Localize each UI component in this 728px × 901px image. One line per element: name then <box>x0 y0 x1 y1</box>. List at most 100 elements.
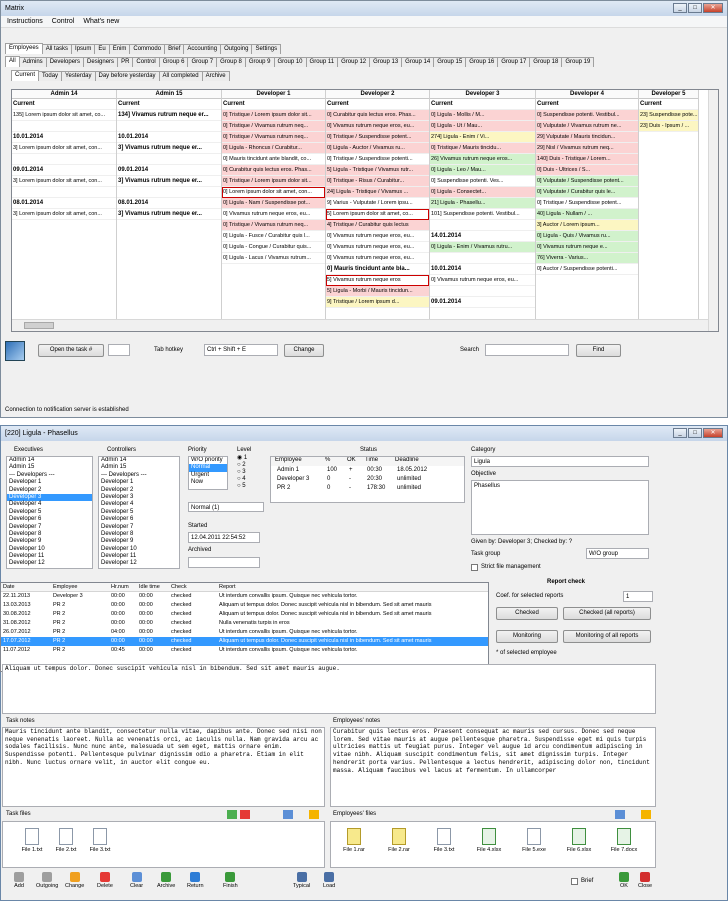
vertical-scrollbar[interactable] <box>708 90 718 331</box>
list-item[interactable]: Admin 14 <box>99 457 179 464</box>
toolbar-typical-button[interactable]: Typical <box>293 872 310 889</box>
ok-button[interactable]: OK <box>619 872 629 889</box>
normal-select[interactable]: Normal (1) <box>188 502 264 512</box>
task-cell[interactable]: 9] Varius - Vulputate / Lorem ipsu... <box>326 198 429 209</box>
task-cell[interactable]: 0] Vulputate / Curabitur quis le... <box>536 187 638 198</box>
task-cell[interactable]: 0] Vulputate / Vivamus rutrum ne... <box>536 121 638 132</box>
task-cell[interactable]: 0] Tristique / Vivamus rutrum neq... <box>222 132 325 143</box>
list-item[interactable]: --- Developers --- <box>7 472 92 479</box>
task-notes-area[interactable]: Mauris tincidunt ante blandit, consectet… <box>2 727 325 807</box>
tab-group-12[interactable]: Group 12 <box>337 57 371 67</box>
task-cell[interactable]: 76] Viverra - Varius... <box>536 253 638 264</box>
tab-archive[interactable]: Archive <box>201 71 230 81</box>
archived-field[interactable] <box>188 557 260 568</box>
list-item[interactable]: Admin 14 <box>7 457 92 464</box>
task-cell[interactable]: 101] Suspendisse potenti. Vestibul... <box>430 209 535 220</box>
open-task-button[interactable]: Open the task # <box>38 344 104 357</box>
change-hotkey-button[interactable]: Change <box>284 344 324 357</box>
task-cell[interactable]: 26] Vivamus rutrum neque eros... <box>430 154 535 165</box>
task-cell[interactable]: 0] Ligula - Fusce / Curabitur quis l... <box>222 231 325 242</box>
strict-checkbox[interactable] <box>471 564 478 571</box>
tab-commodo[interactable]: Commodo <box>129 44 166 54</box>
task-cell[interactable]: 140] Duis - Tristique / Lorem... <box>536 154 638 165</box>
task-cell[interactable] <box>430 286 535 297</box>
task-cell[interactable]: 0] Ligula - Auctor / Vivamus ru... <box>326 143 429 154</box>
task-cell[interactable]: 3] Lorem ipsum dolor sit amet, con... <box>12 209 116 220</box>
report-row[interactable]: 26.07.2012 PR 2 04:00 00:00 checked Ut interd… <box>1 628 488 637</box>
task-cell[interactable] <box>12 121 116 132</box>
task-cell[interactable]: 29] Nisl / Vivamus rutrum neq... <box>536 143 638 154</box>
task-cell[interactable]: 40] Ligula - Nullam / ... <box>536 209 638 220</box>
toolbar-outgoing-button[interactable]: Outgoing <box>36 872 58 889</box>
emp-save-file-icon[interactable] <box>615 810 625 819</box>
task-cell[interactable] <box>12 187 116 198</box>
task-maximize-button[interactable]: □ <box>688 428 702 438</box>
checked-button[interactable]: Checked <box>496 607 558 620</box>
brief-checkbox[interactable] <box>571 878 578 885</box>
tab-group-17[interactable]: Group 17 <box>497 57 531 67</box>
report-row[interactable]: 17.07.2012 PR 2 00:00 00:00 checked Aliquam u… <box>1 637 488 646</box>
report-row[interactable]: 31.08.2012 PR 2 00:00 00:00 checked Nulla ven… <box>1 619 488 628</box>
list-item[interactable]: Normal <box>189 464 227 472</box>
toolbar-load-button[interactable]: Load <box>323 872 335 889</box>
objective-field[interactable]: Phasellus <box>471 480 649 535</box>
list-item[interactable]: Developer 1 <box>99 479 179 486</box>
search-input[interactable] <box>485 344 569 356</box>
level-radio[interactable]: ◉ 1 <box>237 455 247 462</box>
task-cell[interactable]: 23] Suspendisse pote... <box>639 110 698 121</box>
find-button[interactable]: Find <box>576 344 621 357</box>
monitoring-all-button[interactable]: Monitoring of all reports <box>563 630 651 643</box>
toolbar-finish-button[interactable]: Finish <box>223 872 238 889</box>
tab-designers[interactable]: Designers <box>83 57 119 67</box>
tab-yesterday[interactable]: Yesterday <box>61 71 96 81</box>
file-item[interactable]: File 4.xlsx <box>474 828 504 853</box>
menu-whats-new[interactable]: What's new <box>83 18 119 25</box>
employee-row[interactable]: Admin 1 100 +00:30 18.05.2012 <box>273 466 464 475</box>
task-cell[interactable]: 9] Tristique / Lorem ipsum d... <box>326 297 429 308</box>
list-item[interactable]: --- Developers --- <box>99 472 179 479</box>
tab-all-tasks[interactable]: All tasks <box>41 44 73 54</box>
task-cell[interactable]: 0] Tristique / Lorem ipsum dolor sit... <box>222 110 325 121</box>
tab-developers[interactable]: Developers <box>45 57 85 67</box>
list-item[interactable]: Developer 4 <box>99 501 179 508</box>
task-cell[interactable]: 274] Ligula - Enim / Vi... <box>430 132 535 143</box>
task-cell[interactable] <box>430 220 535 231</box>
tab-pr[interactable]: PR <box>117 57 134 67</box>
tab-group-18[interactable]: Group 18 <box>529 57 563 67</box>
list-item[interactable]: Developer 8 <box>7 531 92 538</box>
toolbar-delete-button[interactable]: Delete <box>97 872 113 889</box>
remove-file-icon[interactable] <box>240 810 250 819</box>
task-cell[interactable]: 0] Suspendisse potenti. Ves... <box>430 176 535 187</box>
started-field[interactable]: 12.04.2011 22:54:52 <box>188 532 260 543</box>
coef-select[interactable]: 1 <box>623 591 653 602</box>
list-item[interactable]: Developer 12 <box>99 560 179 567</box>
task-cell[interactable]: 5] Ligula - Morbi / Mauris tincidun... <box>326 286 429 297</box>
list-item[interactable]: Now <box>189 479 227 486</box>
task-cell[interactable]: 0] Mauris tincidunt ante blandit, co... <box>222 154 325 165</box>
tab-group-15[interactable]: Group 15 <box>433 57 467 67</box>
list-item[interactable]: Developer 10 <box>7 546 92 553</box>
tab-ipsum[interactable]: Ipsum <box>71 44 96 54</box>
task-cell[interactable]: 0] Vulputate / Suspendisse potent... <box>536 176 638 187</box>
tab-all[interactable]: All <box>5 56 20 67</box>
tab-group-8[interactable]: Group 8 <box>216 57 246 67</box>
minimize-button[interactable]: _ <box>673 3 687 13</box>
report-row[interactable]: 11.07.2012 PR 2 00:45 00:00 checked Ut interd… <box>1 646 488 655</box>
tab-group-6[interactable]: Group 6 <box>158 57 189 67</box>
list-item[interactable]: Developer 6 <box>7 516 92 523</box>
task-cell[interactable]: 5] Lorem ipsum dolor sit amet, co... <box>326 209 429 220</box>
tab-accounting[interactable]: Accounting <box>183 44 222 54</box>
task-cell[interactable] <box>430 253 535 264</box>
tab-current[interactable]: Current <box>11 70 40 81</box>
task-cell[interactable]: 5] Ligula - Tristique / Vivamus rutr... <box>326 165 429 176</box>
list-item[interactable]: Developer 9 <box>7 538 92 545</box>
task-cell[interactable]: 0] Tristique / Suspendisse potenti... <box>326 154 429 165</box>
report-text-area[interactable]: Aliquam ut tempus dolor. Donec suscipit … <box>2 664 656 714</box>
task-cell[interactable]: 0] Ligula - Nam / Suspendisse pot... <box>222 198 325 209</box>
list-item[interactable]: Developer 11 <box>99 553 179 560</box>
menu-instructions[interactable]: Instructions <box>7 18 43 25</box>
list-item[interactable]: Developer 4 <box>7 501 92 508</box>
task-cell[interactable]: 0] Duis - Ultrices / S... <box>536 165 638 176</box>
list-item[interactable]: Developer 3 <box>7 493 92 502</box>
task-cell[interactable]: 0] Suspendisse potenti. Vestibul... <box>536 110 638 121</box>
